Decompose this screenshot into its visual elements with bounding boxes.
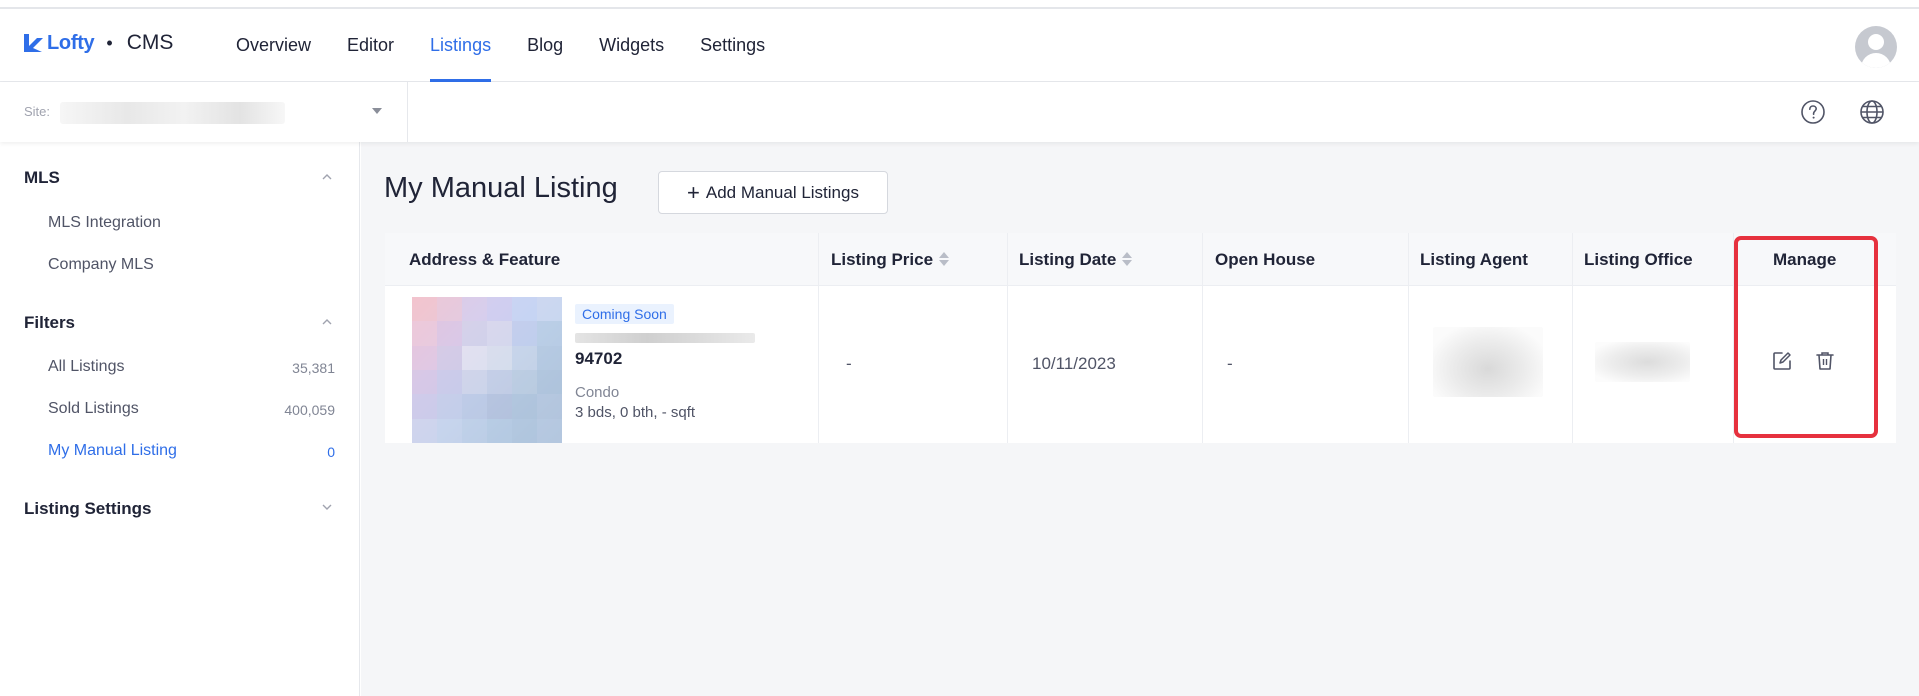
address-redacted xyxy=(575,333,755,343)
sidebar-item-company-mls[interactable]: Company MLS xyxy=(48,256,154,274)
sidebar-section-mls[interactable]: MLS xyxy=(24,168,60,188)
page-title: My Manual Listing xyxy=(384,172,618,204)
listing-agent-redacted xyxy=(1433,327,1543,397)
chevron-down-icon[interactable] xyxy=(322,502,332,512)
add-manual-listings-button[interactable]: + Add Manual Listings xyxy=(658,171,888,214)
brand-name: Lofty xyxy=(47,31,95,54)
product-name: CMS xyxy=(126,31,174,54)
sidebar-item-all-listings[interactable]: All Listings xyxy=(48,358,124,376)
chevron-up-icon[interactable] xyxy=(322,172,332,182)
avatar-body xyxy=(1861,53,1891,68)
status-badge: Coming Soon xyxy=(575,304,674,324)
column-header-listing-date[interactable]: Listing Date xyxy=(1019,233,1133,286)
listing-date: 10/11/2023 xyxy=(1032,354,1116,373)
sidebar-item-sold-listings[interactable]: Sold Listings xyxy=(48,400,139,418)
sidebar: MLS MLS Integration Company MLS Filters … xyxy=(0,142,360,696)
sidebar-item-mls-integration[interactable]: MLS Integration xyxy=(48,214,161,232)
edit-icon[interactable] xyxy=(1771,350,1793,372)
table-header: Address & Feature Listing Price Listing … xyxy=(385,233,1896,286)
open-house: - xyxy=(1227,354,1233,373)
column-header-listing-price[interactable]: Listing Price xyxy=(831,233,950,286)
main-nav: Overview Editor Listings Blog Widgets Se… xyxy=(236,9,801,82)
brand-logo[interactable]: Lofty • CMS xyxy=(22,31,173,55)
sidebar-section-listing-settings[interactable]: Listing Settings xyxy=(24,499,152,519)
nav-settings[interactable]: Settings xyxy=(700,9,765,82)
nav-listings[interactable]: Listings xyxy=(430,9,492,82)
site-toolbar: Site: xyxy=(0,82,1919,142)
brand-separator: • xyxy=(106,32,113,53)
column-header-address: Address & Feature xyxy=(409,250,561,269)
column-header-listing-agent: Listing Agent xyxy=(1420,250,1528,269)
globe-icon[interactable] xyxy=(1859,99,1885,125)
sidebar-item-my-manual-listing[interactable]: My Manual Listing xyxy=(48,442,177,460)
main-content: My Manual Listing + Add Manual Listings … xyxy=(361,142,1919,696)
site-value-redacted xyxy=(60,102,285,124)
lofty-logo-icon xyxy=(24,34,43,52)
window-top-strip xyxy=(0,0,1919,9)
chevron-up-icon[interactable] xyxy=(322,317,332,327)
trash-icon[interactable] xyxy=(1814,350,1836,372)
listings-table: Address & Feature Listing Price Listing … xyxy=(385,233,1896,443)
property-features: 3 bds, 0 bth, - sqft xyxy=(575,404,696,421)
my-manual-listing-count: 0 xyxy=(327,444,335,460)
listing-zip[interactable]: 94702 xyxy=(575,349,622,369)
site-label: Site: xyxy=(24,104,51,119)
listing-price: - xyxy=(846,354,852,373)
user-avatar-icon[interactable] xyxy=(1855,26,1897,68)
app-header: Lofty • CMS Overview Editor Listings Blo… xyxy=(0,9,1919,82)
property-type: Condo xyxy=(575,384,620,401)
nav-widgets[interactable]: Widgets xyxy=(599,9,664,82)
nav-blog[interactable]: Blog xyxy=(527,9,563,82)
listing-photo-pixelation xyxy=(412,297,562,443)
column-header-open-house: Open House xyxy=(1215,250,1316,269)
help-circle-icon[interactable] xyxy=(1800,99,1826,125)
sidebar-section-filters[interactable]: Filters xyxy=(24,313,75,333)
column-header-listing-office: Listing Office xyxy=(1584,250,1693,269)
avatar-head xyxy=(1868,34,1884,50)
sort-icon[interactable] xyxy=(1122,251,1133,266)
sold-listings-count: 400,059 xyxy=(284,402,335,418)
all-listings-count: 35,381 xyxy=(292,360,335,376)
table-row[interactable]: Coming Soon 94702 Condo 3 bds, 0 bth, - … xyxy=(385,287,1896,443)
sort-icon[interactable] xyxy=(939,251,950,266)
add-manual-listings-label: Add Manual Listings xyxy=(705,182,859,202)
nav-editor[interactable]: Editor xyxy=(347,9,394,82)
caret-down-icon xyxy=(372,108,382,114)
site-selector[interactable]: Site: xyxy=(0,82,408,142)
plus-icon: + xyxy=(687,179,700,205)
column-header-manage: Manage xyxy=(1773,250,1837,269)
nav-overview[interactable]: Overview xyxy=(236,9,311,82)
listing-office-redacted xyxy=(1595,342,1690,382)
